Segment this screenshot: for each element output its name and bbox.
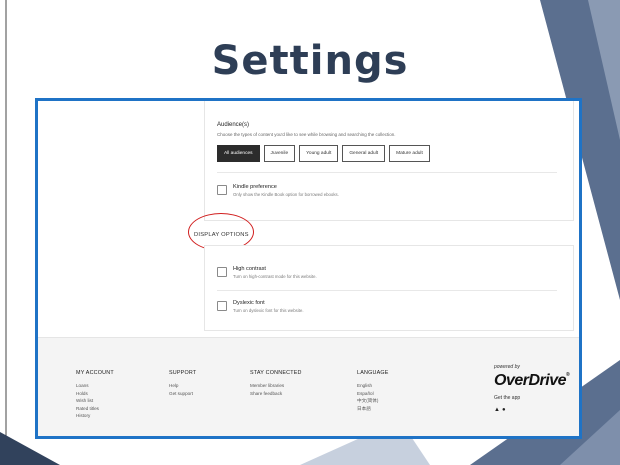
footer-link-wish-list[interactable]: Wish list: [76, 397, 114, 405]
language-japanese[interactable]: 日本語: [357, 405, 389, 413]
powered-by-text: powered by: [494, 364, 520, 370]
footer-link-share-feedback[interactable]: Share feedback: [250, 390, 302, 398]
footer-my-account: MY ACCOUNT Loans Holds Wish list Rated t…: [76, 370, 114, 420]
stay-connected-heading: STAY CONNECTED: [250, 370, 302, 376]
display-options-heading: DISPLAY OPTIONS: [194, 232, 249, 238]
slide: Settings Audience(s) Choose the types of…: [0, 0, 620, 465]
footer-link-member-libraries[interactable]: Member libraries: [250, 382, 302, 390]
footer-link-holds[interactable]: Holds: [76, 390, 114, 398]
android-icon[interactable]: ▲: [494, 407, 500, 413]
dyslexic-font-label: Dyslexic font: [233, 300, 265, 306]
high-contrast-checkbox[interactable]: [217, 267, 227, 277]
settings-screenshot: Audience(s) Choose the types of content …: [35, 98, 582, 439]
audiences-description: Choose the types of content you'd like t…: [217, 132, 396, 137]
footer-link-help[interactable]: Help: [169, 382, 196, 390]
audience-all-button[interactable]: All audiences: [217, 145, 260, 162]
kindle-preference-label: Kindle preference: [233, 184, 277, 190]
language-english[interactable]: English: [357, 382, 389, 390]
footer-link-history[interactable]: History: [76, 412, 114, 420]
kindle-preference-checkbox[interactable]: [217, 185, 227, 195]
footer-stay-connected: STAY CONNECTED Member libraries Share fe…: [250, 370, 302, 397]
my-account-heading: MY ACCOUNT: [76, 370, 114, 376]
divider: [217, 290, 557, 291]
audience-panel: Audience(s) Choose the types of content …: [204, 101, 574, 221]
slide-title: Settings: [211, 38, 409, 84]
support-heading: SUPPORT: [169, 370, 197, 376]
divider: [217, 172, 557, 173]
get-the-app-text: Get the app: [494, 395, 521, 401]
kindle-preference-description: Only show the Kindle Book option for bor…: [233, 192, 339, 197]
footer-support: SUPPORT Help Get support: [169, 370, 196, 397]
overdrive-logo-text: OverDrive: [494, 372, 567, 389]
overdrive-logo[interactable]: OverDrive®: [494, 372, 570, 390]
audience-juvenile-button[interactable]: Juvenile: [263, 145, 296, 162]
high-contrast-label: High contrast: [233, 266, 266, 272]
dyslexic-font-description: Turn on dyslexic font for this website.: [233, 308, 304, 313]
site-footer: MY ACCOUNT Loans Holds Wish list Rated t…: [38, 337, 579, 436]
high-contrast-description: Turn on high-contrast mode for this webs…: [233, 274, 317, 279]
footer-link-get-support[interactable]: Get support: [169, 390, 196, 398]
audience-mature-adult-button[interactable]: Mature adult: [389, 145, 430, 162]
apple-icon[interactable]: ●: [502, 407, 506, 413]
dyslexic-font-checkbox[interactable]: [217, 301, 227, 311]
footer-language: LANGUAGE English Español 中文(简体) 日本語: [357, 370, 389, 412]
audience-general-adult-button[interactable]: General adult: [342, 145, 386, 162]
app-store-icons: ▲ ●: [494, 407, 508, 413]
footer-link-loans[interactable]: Loans: [76, 382, 114, 390]
display-options-panel: High contrast Turn on high-contrast mode…: [204, 245, 574, 331]
audience-young-adult-button[interactable]: Young adult: [299, 145, 339, 162]
audience-options: All audiences Juvenile Young adult Gener…: [217, 145, 430, 162]
language-chinese[interactable]: 中文(简体): [357, 397, 389, 405]
audiences-heading: Audience(s): [217, 122, 250, 128]
footer-link-rated-titles[interactable]: Rated titles: [76, 405, 114, 413]
language-espanol[interactable]: Español: [357, 390, 389, 398]
language-heading: LANGUAGE: [357, 370, 389, 376]
